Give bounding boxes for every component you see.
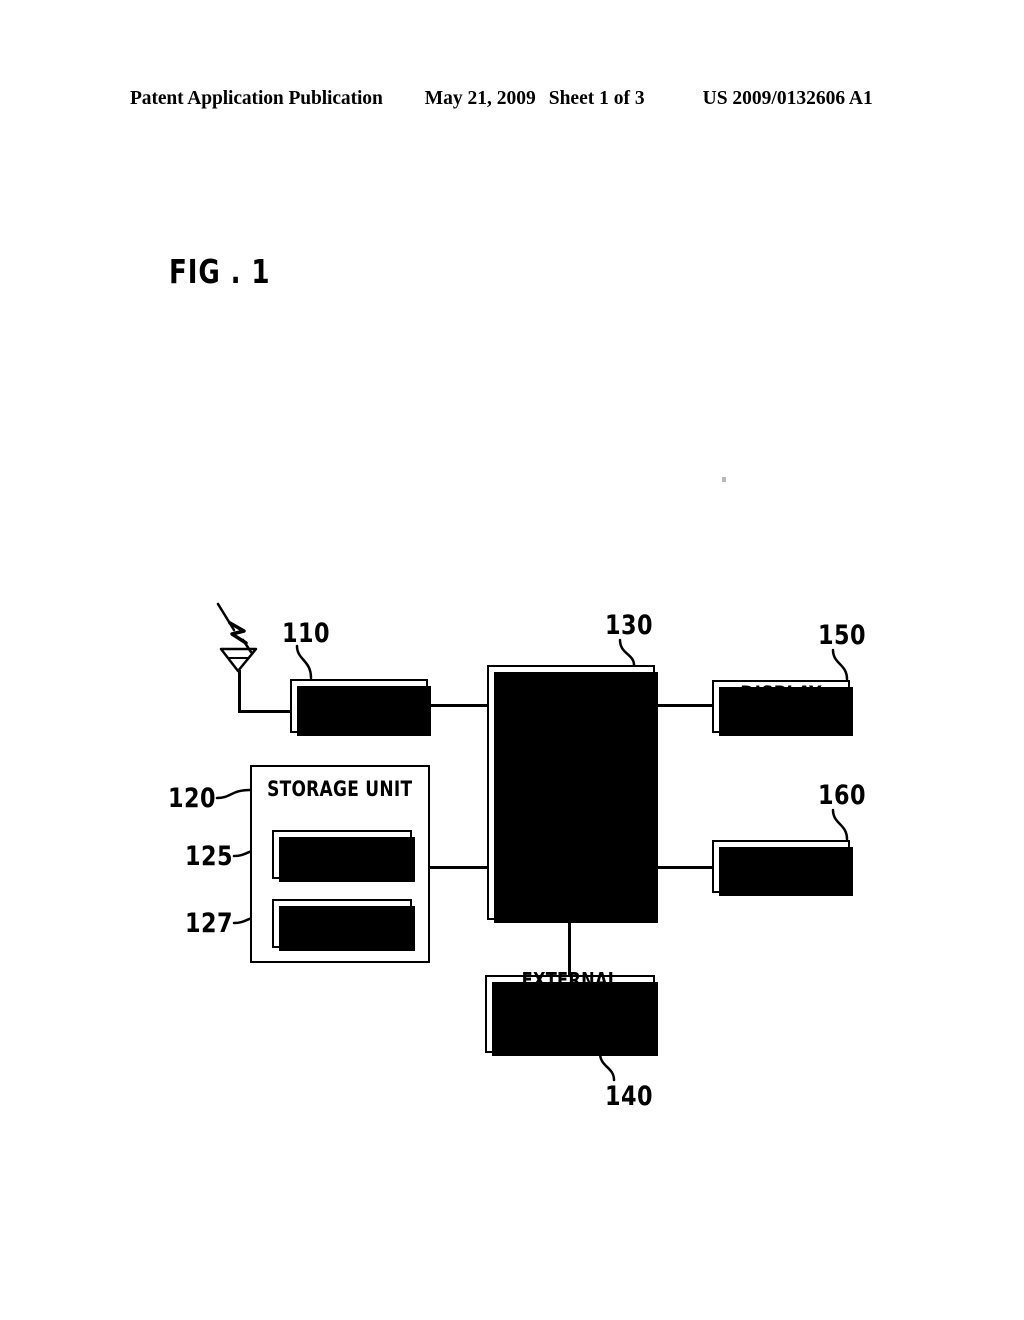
block-rf-unit-label: RF UNIT	[319, 693, 399, 718]
leader-lines-and-antenna	[215, 602, 849, 1082]
block-external-storage-connection-unit: EXTERNAL STORAGE CONNECTION UNIT	[485, 969, 658, 1059]
block-file-system-label: FILE SYSTEM	[281, 842, 403, 867]
reference-numeral-160: 160	[818, 780, 867, 811]
block-file-system: FILE SYSTEM	[272, 830, 415, 882]
wire-control-to-input	[653, 866, 714, 869]
block-display-unit-label: DISPLAY UNIT	[740, 681, 822, 730]
ext-line-1: EXTERNAL STORAGE	[521, 968, 619, 1015]
scan-artifact-speck	[722, 477, 726, 482]
block-database-label: DATABASE	[293, 911, 391, 936]
reference-numeral-130: 130	[605, 610, 654, 641]
reference-numeral-127: 127	[185, 908, 234, 939]
reference-numeral-125: 125	[185, 841, 234, 872]
reference-numeral-150: 150	[818, 620, 867, 651]
block-control-unit: CONTROL UNIT	[487, 665, 658, 923]
wire-rf-to-control	[426, 704, 489, 707]
leader-150	[831, 648, 849, 681]
lightning-bolt-icon	[216, 602, 236, 632]
ext-line-3: UNIT	[547, 1035, 593, 1060]
leader-130	[618, 638, 636, 667]
block-display-unit: DISPLAY UNIT	[712, 680, 853, 736]
wire-antenna-stem	[238, 670, 241, 712]
block-input-unit: INPUT UNIT	[712, 840, 853, 896]
leader-110	[295, 644, 313, 680]
leader-120	[215, 788, 252, 800]
wire-control-to-display	[653, 704, 714, 707]
reference-numeral-140: 140	[605, 1081, 654, 1112]
antenna-icon	[219, 647, 258, 673]
block-database: DATABASE	[272, 899, 415, 951]
lightning-bolt-tail	[241, 638, 253, 654]
wire-antenna-to-rf	[238, 710, 292, 713]
leader-160	[831, 808, 849, 841]
ext-line-2: CONNECTION	[508, 1013, 632, 1037]
patent-page: Patent Application Publication May 21, 2…	[0, 0, 1024, 1320]
figure-1-block-diagram: RF UNIT STORAGE UNIT FILE SYSTEM DATABAS…	[0, 0, 1024, 1320]
block-control-unit-label: CONTROL UNIT	[522, 766, 620, 817]
lightning-bolt-zigzag	[228, 621, 248, 645]
block-input-unit-label: INPUT UNIT	[724, 853, 838, 878]
block-storage-unit-label: STORAGE UNIT	[267, 777, 413, 801]
reference-numeral-110: 110	[282, 618, 331, 649]
reference-numeral-120: 120	[168, 783, 217, 814]
block-rf-unit: RF UNIT	[290, 679, 431, 736]
block-external-storage-connection-unit-label: EXTERNAL STORAGE CONNECTION UNIT	[495, 969, 644, 1059]
wire-storage-to-control	[428, 866, 489, 869]
